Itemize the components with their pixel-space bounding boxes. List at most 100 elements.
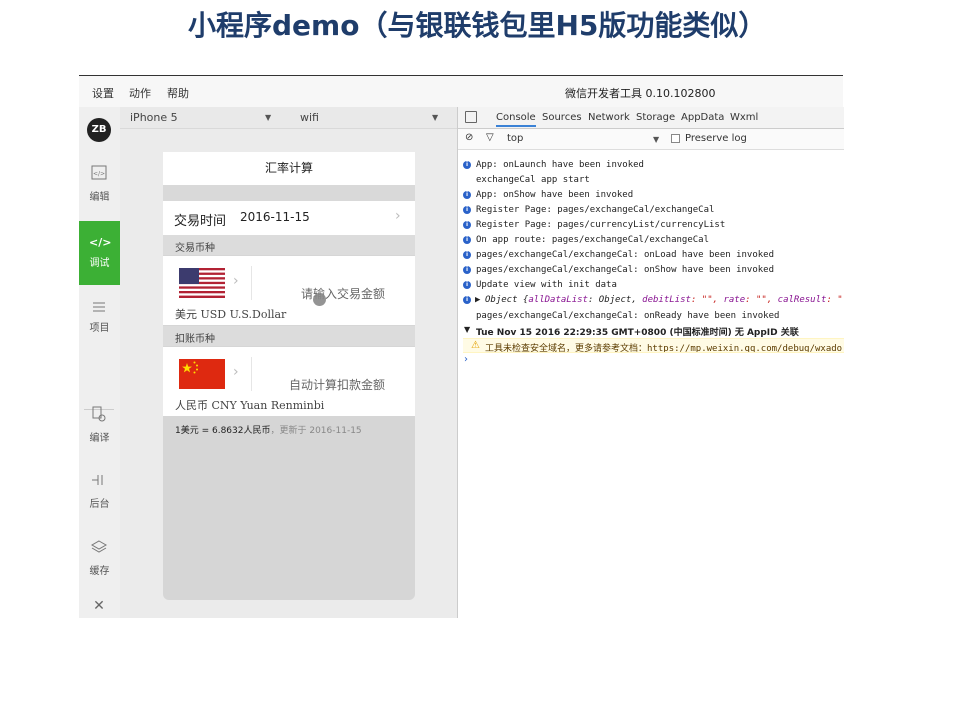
sidebar-item-compile[interactable]: 编译	[79, 392, 120, 456]
info-icon: i	[463, 251, 471, 259]
tab-sources[interactable]: Sources	[542, 112, 582, 123]
tab-wxml[interactable]: Wxml	[730, 112, 758, 123]
log-line: i App: onShow have been invoked	[458, 188, 844, 203]
warning-link[interactable]: https://mp.weixin.qq.com/debug/wxado	[647, 344, 842, 352]
trade-time-row[interactable]: 交易时间 2016-11-15 ›	[163, 201, 415, 235]
log-line: i pages/exchangeCal/exchangeCal: onShow h…	[458, 263, 844, 278]
sidebar-item-edit[interactable]: </> 编辑	[79, 151, 120, 215]
console-prompt[interactable]: ›	[464, 354, 468, 365]
slide-title: 小程序demo（与银联钱包里H5版功能类似）	[188, 9, 767, 42]
preserve-log-checkbox[interactable]	[671, 134, 680, 143]
log-text: App: onShow have been invoked	[476, 190, 634, 200]
trade-currency-header: 交易币种	[175, 243, 215, 254]
nav-title: 汇率计算	[163, 152, 415, 185]
spacer	[163, 185, 415, 201]
warning-message: 工具未检查安全域名，更多请参考文档：https://mp.weixin.qq.c…	[485, 341, 842, 352]
menubar: 设置 动作 帮助 微信开发者工具 0.10.102800	[79, 76, 843, 107]
chevron-right-icon: ›	[395, 208, 401, 224]
object-value: : "", (	[826, 295, 844, 305]
log-line: i App: onLaunch have been invoked	[458, 158, 844, 173]
log-text: pages/exchangeCal/exchangeCal: onShow ha…	[476, 265, 775, 275]
console-log: i App: onLaunch have been invoked exchang…	[458, 153, 844, 613]
debit-currency-header: 扣账币种	[175, 334, 215, 345]
chevron-down-icon[interactable]: ▼	[432, 113, 438, 122]
window-title: 微信开发者工具 0.10.102800	[565, 87, 716, 100]
divider	[251, 266, 252, 300]
object-key: rate	[723, 295, 746, 305]
context-select[interactable]: top	[507, 133, 523, 144]
cn-flag-icon[interactable]	[179, 359, 225, 389]
debit-amount-output: 自动计算扣款金额	[289, 378, 386, 392]
object-value: : Object,	[587, 295, 643, 305]
rate-updated: ，更新于 2016-11-15	[270, 426, 362, 436]
code-icon: </>	[89, 236, 112, 249]
trade-currency-name: 美元 USD U.S.Dollar	[175, 308, 287, 321]
log-line-object[interactable]: i ▶ Object {allDataList: Object, debitLi…	[458, 293, 844, 308]
trade-time-label: 交易时间	[174, 214, 227, 229]
clear-console-icon[interactable]: ⊘	[465, 132, 473, 143]
log-group[interactable]: ▼ Tue Nov 15 2016 22:29:35 GMT+0800 (中国标…	[458, 323, 844, 338]
layers-icon	[89, 537, 109, 557]
menu-help[interactable]: 帮助	[167, 85, 189, 101]
sidebar-item-cache[interactable]: 缓存	[79, 525, 120, 589]
log-line: exchangeCal app start	[458, 173, 844, 188]
code-file-icon: </>	[89, 163, 109, 183]
devtools-panel: Console Sources Network Storage AppData …	[457, 107, 844, 618]
trade-currency-card: › 请输入交易金额 美元 USD U.S.Dollar	[163, 256, 415, 325]
debit-currency-card: › 自动计算扣款金额 人民币 CNY Yuan Renminbi	[163, 347, 415, 416]
sidebar-item-label: 编译	[89, 433, 110, 444]
info-icon: i	[463, 281, 471, 289]
menu-icon	[89, 297, 109, 317]
log-text: App: onLaunch have been invoked	[476, 160, 644, 170]
chevron-down-icon[interactable]: ▼	[653, 135, 659, 144]
log-text: Register Page: pages/currencyList/curren…	[476, 220, 726, 230]
inspect-icon[interactable]	[465, 111, 477, 123]
device-toolbar: iPhone 5 ▼ wifi ▼	[120, 107, 457, 129]
chevron-right-icon[interactable]: ›	[233, 364, 239, 380]
console-toolbar: ⊘ ▽ top ▼ Preserve log	[458, 129, 844, 150]
simulator-area: iPhone 5 ▼ wifi ▼ 汇率计算 交易时间 2016-11-15 ›…	[120, 107, 457, 618]
device-select[interactable]: iPhone 5	[130, 111, 178, 124]
section-header: 扣账币种	[163, 326, 415, 346]
sidebar-item-debug[interactable]: </> 调试	[79, 221, 120, 285]
sidebar: ZB </> 编辑 </> 调试 项目 编译 后台 缓存 ✕	[79, 107, 120, 618]
divider	[251, 357, 252, 391]
tab-appdata[interactable]: AppData	[681, 112, 724, 123]
chevron-right-icon[interactable]: ›	[233, 273, 239, 289]
section-header: 交易币种	[163, 235, 415, 255]
trade-time-value: 2016-11-15	[240, 210, 310, 224]
log-line: i pages/exchangeCal/exchangeCal: onLoad h…	[458, 248, 844, 263]
menu-actions[interactable]: 动作	[129, 85, 151, 101]
devtools-tabbar: Console Sources Network Storage AppData …	[458, 107, 844, 129]
object-preview: Object {allDataList: Object, debitList: …	[485, 295, 844, 305]
avatar[interactable]: ZB	[87, 118, 111, 142]
chevron-down-icon[interactable]: ▼	[265, 113, 271, 122]
warning-icon: ⚠	[471, 340, 480, 351]
collapse-triangle-icon[interactable]: ▼	[464, 325, 470, 334]
sidebar-item-background[interactable]: 后台	[79, 458, 120, 522]
network-select[interactable]: wifi	[300, 111, 319, 124]
close-button[interactable]: ✕	[79, 595, 120, 617]
tab-network[interactable]: Network	[588, 112, 630, 123]
filter-icon[interactable]: ▽	[486, 132, 494, 143]
expand-triangle-icon[interactable]: ▶	[475, 295, 480, 305]
group-title: Tue Nov 15 2016 22:29:35 GMT+0800 (中国标准时…	[476, 328, 799, 338]
info-icon: i	[463, 206, 471, 214]
log-text: exchangeCal app start	[476, 175, 590, 185]
debit-currency-name: 人民币 CNY Yuan Renminbi	[175, 399, 325, 412]
info-icon: i	[463, 191, 471, 199]
tab-storage[interactable]: Storage	[636, 112, 675, 123]
sidebar-item-project[interactable]: 项目	[79, 285, 120, 349]
rate-value: 1美元 = 6.8632人民币	[175, 426, 271, 436]
warning-row: ⚠ 工具未检查安全域名，更多请参考文档：https://mp.weixin.qq…	[463, 338, 844, 353]
log-line: pages/exchangeCal/exchangeCal: onReady h…	[458, 309, 844, 324]
us-flag-icon[interactable]	[179, 268, 225, 298]
tab-console[interactable]: Console	[496, 112, 536, 127]
log-line: i Register Page: pages/exchangeCal/exchan…	[458, 203, 844, 218]
log-text: On app route: pages/exchangeCal/exchange…	[476, 235, 709, 245]
touch-cursor	[313, 293, 326, 306]
log-line: i On app route: pages/exchangeCal/exchang…	[458, 233, 844, 248]
object-value: : "",	[690, 295, 724, 305]
sidebar-item-label: 调试	[89, 258, 110, 269]
menu-settings[interactable]: 设置	[92, 85, 114, 101]
